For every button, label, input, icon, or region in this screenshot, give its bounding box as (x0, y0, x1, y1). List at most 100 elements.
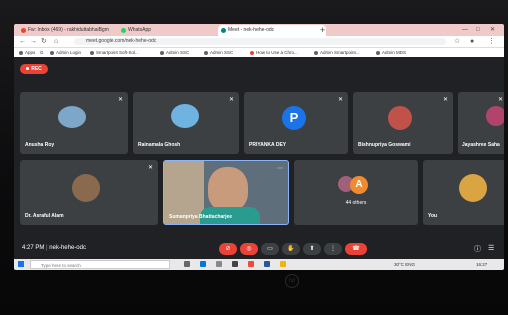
video-face (208, 167, 248, 211)
whatsapp-icon (121, 28, 126, 33)
edge-icon[interactable] (200, 261, 206, 267)
task-view-icon[interactable] (184, 261, 190, 267)
bookmark-icon (90, 50, 94, 55)
profile-icon[interactable]: ● (470, 36, 474, 47)
tab-label: Fw: Inbox (469) - rakhiduttabhaiBgm (28, 27, 109, 33)
bookmark-item[interactable]: Admin SSC (204, 48, 233, 57)
bookmarks-bar: Apps G Admin Login Smartpoint Soft-Sol..… (14, 48, 504, 57)
participant-tile[interactable]: ✕ P PRIYANKA DEY (244, 92, 348, 154)
participant-tile[interactable]: ✕ Bishnupriya Goswami (353, 92, 453, 154)
home-icon[interactable]: ⌂ (54, 36, 58, 47)
others-count: 44 others (345, 200, 367, 206)
bookmark-icon (376, 50, 380, 55)
app-icon[interactable] (280, 261, 286, 267)
participant-name: You (428, 213, 438, 219)
bookmark-item[interactable]: Admin Login (50, 48, 81, 57)
info-icon[interactable]: ⓘ (474, 244, 481, 254)
avatar (388, 106, 412, 130)
mic-off-icon: ✕ (117, 97, 123, 103)
menu-icon[interactable]: ⋮ (488, 36, 495, 47)
apps-icon (19, 50, 23, 55)
meeting-code: nek-hehe-odc (49, 245, 86, 251)
participant-tile[interactable]: ✕ Anusha Roy (20, 92, 128, 154)
avatar (459, 174, 487, 202)
reload-icon[interactable]: ↻ (41, 36, 47, 47)
bookmark-item[interactable]: Admin MDS (376, 48, 406, 57)
camera-off-button[interactable]: ◎ (240, 243, 258, 255)
participant-name: Anusha Roy (25, 142, 55, 148)
people-icon[interactable]: ☰ (488, 244, 494, 252)
participant-name: Bishnupriya Goswami (358, 142, 411, 148)
participant-name: Dr. Asraful Alam (25, 213, 64, 219)
avatar (171, 104, 199, 128)
chrome-icon[interactable] (248, 261, 254, 267)
mic-off-icon: ✕ (147, 165, 153, 171)
avatar: P (282, 106, 306, 130)
mic-off-icon: ✕ (497, 97, 503, 103)
forward-icon[interactable]: → (30, 36, 37, 47)
captions-button[interactable]: ▭ (261, 243, 279, 255)
participant-tile[interactable]: ✕ Rainamala Ghosh (133, 92, 239, 154)
star-icon[interactable]: ☆ (454, 36, 460, 47)
participant-name: Jayashree Saha (462, 142, 500, 148)
bookmark-item[interactable]: Admin SSC (160, 48, 189, 57)
url-field[interactable]: meet.google.com/nek-hehe-odc (74, 38, 446, 45)
store-icon[interactable] (232, 261, 238, 267)
youtube-icon (250, 50, 254, 55)
avatar (72, 174, 100, 202)
hp-logo: hp (285, 274, 299, 288)
recording-badge: REC (20, 64, 48, 74)
windows-taskbar: Type here to search 30°C ENG 16:27 (14, 259, 504, 270)
taskbar-clock: 16:27 (476, 262, 488, 267)
meeting-controls: 4:27 PM | nek-hehe-odc ⊘ ◎ ▭ ✋ ⬆ ⋮ ☎ ⓘ ☰ (14, 240, 504, 259)
minimize-icon[interactable]: — (462, 24, 468, 36)
bookmark-icon (50, 50, 54, 55)
end-call-button[interactable]: ☎ (345, 243, 367, 255)
bookmark-item[interactable]: Smartpoint Soft-Sol... (90, 48, 139, 57)
windows-start-icon[interactable] (18, 261, 24, 267)
close-icon[interactable]: ✕ (490, 24, 495, 36)
tab-inbox[interactable]: Fw: Inbox (469) - rakhiduttabhaiBgm (18, 25, 126, 36)
avatar: A (350, 176, 368, 194)
bookmark-item[interactable]: G (40, 48, 44, 57)
meet-area: REC ✕ Anusha Roy ✕ Rainamala Ghosh ✕ P P… (14, 57, 504, 259)
mic-off-icon: ✕ (228, 97, 234, 103)
tab-label: Meet - nek-hehe-odc (228, 27, 275, 33)
speaking-icon: ⋯ (277, 166, 283, 172)
back-icon[interactable]: ← (19, 36, 26, 47)
tab-whatsapp[interactable]: WhatsApp (118, 25, 226, 36)
tab-meet[interactable]: Meet - nek-hehe-odc (218, 25, 326, 36)
meeting-info: 4:27 PM | nek-hehe-odc (22, 245, 86, 251)
participant-name: Sumanpriya Bhattacharjee (169, 214, 233, 220)
bookmark-icon (204, 50, 208, 55)
meet-icon (221, 28, 226, 33)
browser-tab-bar: Fw: Inbox (469) - rakhiduttabhaiBgm What… (14, 24, 504, 36)
file-explorer-icon[interactable] (216, 261, 222, 267)
system-tray: 30°C ENG (394, 262, 416, 267)
word-icon[interactable] (264, 261, 270, 267)
taskbar-search-input[interactable]: Type here to search (30, 260, 170, 269)
maximize-icon[interactable]: □ (476, 24, 480, 36)
mic-off-icon: ✕ (442, 97, 448, 103)
active-speaker-tile[interactable]: ⋯ Sumanpriya Bhattacharjee (163, 160, 289, 225)
raise-hand-button[interactable]: ✋ (282, 243, 300, 255)
avatar (486, 106, 504, 126)
avatar (58, 106, 86, 128)
clock-time: 4:27 PM (22, 245, 45, 251)
self-tile[interactable]: You (423, 160, 504, 225)
bookmark-item[interactable]: Admin Smartpoint... (314, 48, 360, 57)
mic-off-button[interactable]: ⊘ (219, 243, 237, 255)
participant-name: Rainamala Ghosh (138, 142, 181, 148)
bookmark-icon (314, 50, 318, 55)
participant-tile[interactable]: ✕ Dr. Asraful Alam (20, 160, 158, 225)
bookmark-item[interactable]: Apps (19, 48, 35, 57)
tab-label: WhatsApp (128, 27, 152, 33)
participant-tile[interactable]: ✕ Jayashree Saha (458, 92, 504, 154)
mic-off-icon: ✕ (337, 97, 343, 103)
others-tile[interactable]: A 44 others (294, 160, 418, 225)
bookmark-item[interactable]: How to Use a Chro... (250, 48, 298, 57)
present-button[interactable]: ⬆ (303, 243, 321, 255)
bookmark-icon (160, 50, 164, 55)
new-tab-button[interactable]: + (320, 24, 325, 36)
more-options-button[interactable]: ⋮ (324, 243, 342, 255)
